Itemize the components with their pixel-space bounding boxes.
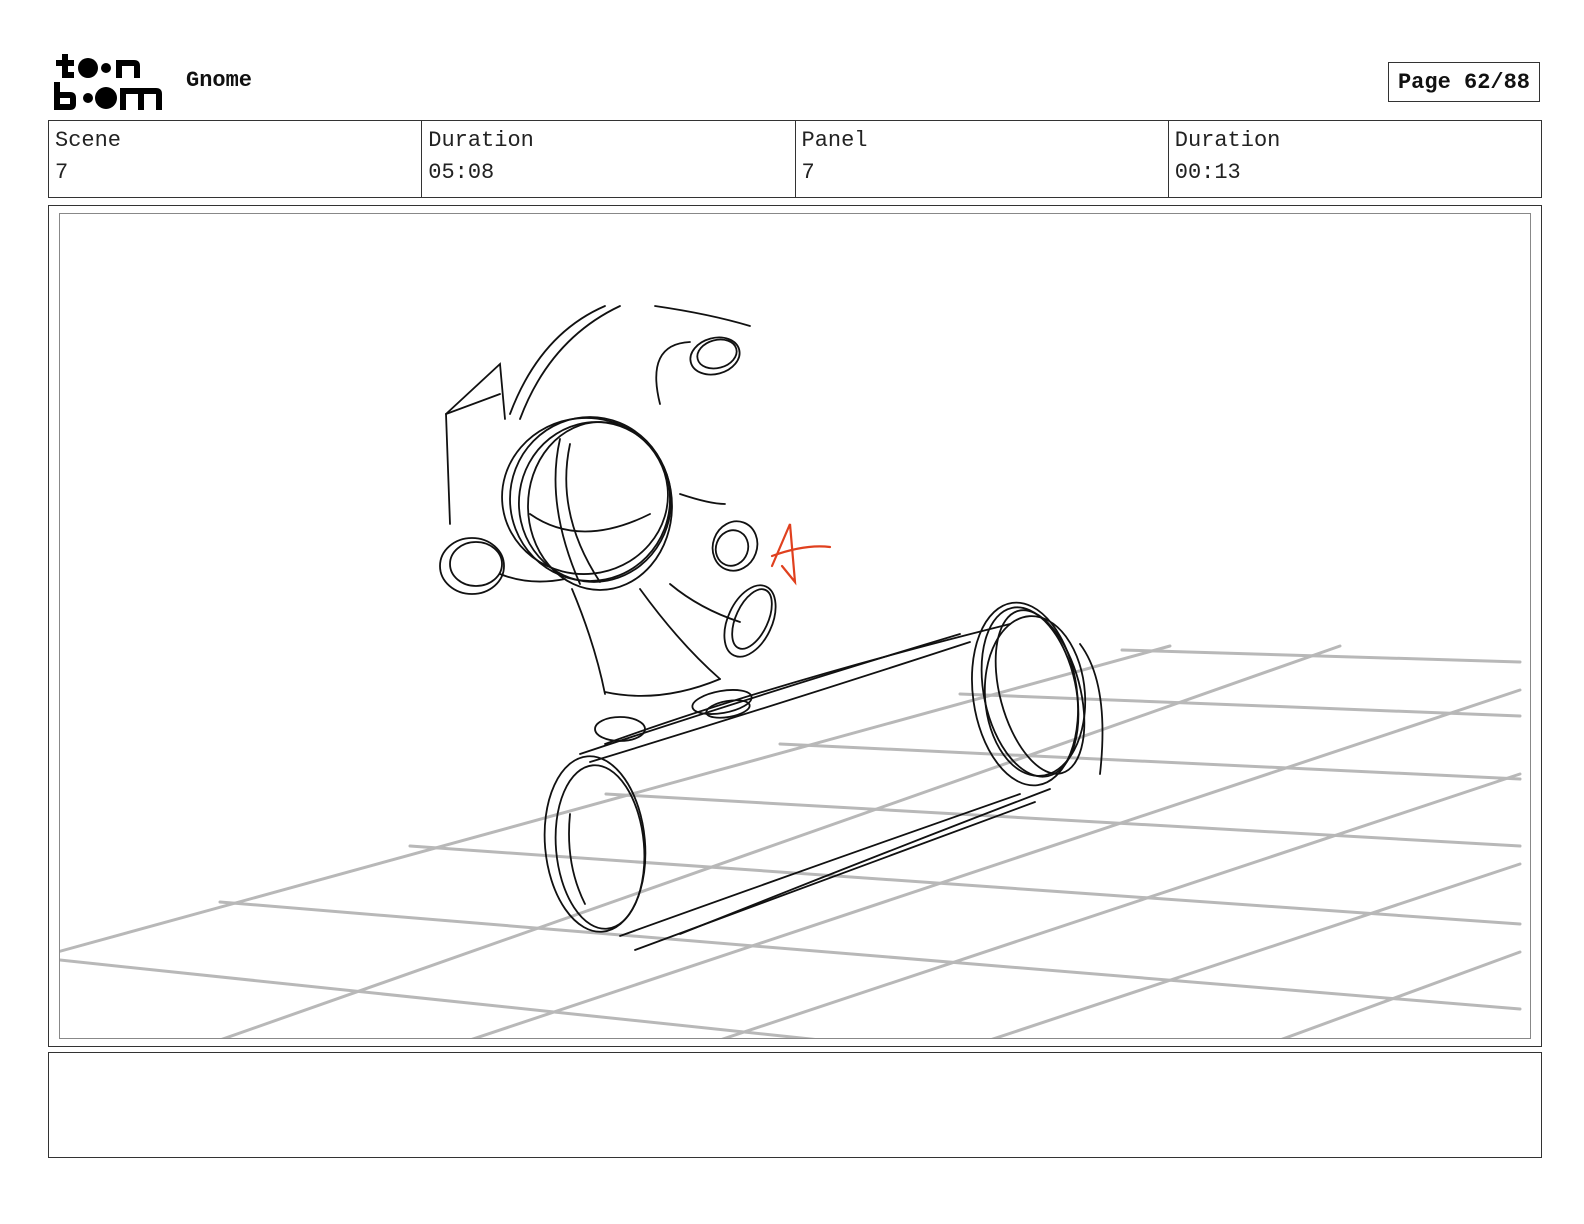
scene-label: Scene xyxy=(55,128,122,153)
panel-label: Panel xyxy=(801,128,868,153)
toon-boom-logo xyxy=(52,52,164,112)
page-indicator: Page 62/88 xyxy=(1388,62,1540,102)
scene-duration-cell: Duration 05:08 xyxy=(422,121,796,197)
panel-value: 7 xyxy=(801,160,815,185)
panel-duration-label: Duration xyxy=(1174,128,1281,153)
panel-duration-cell: Duration 00:13 xyxy=(1169,121,1541,197)
scene-info-table: Scene 7 Duration 05:08 Panel 7 Duration … xyxy=(48,120,1542,198)
scene-value: 7 xyxy=(55,160,69,185)
character-sketch xyxy=(439,305,1104,951)
storyboard-sketch xyxy=(60,305,1522,1038)
red-annotation-icon xyxy=(770,523,832,586)
panel-notes-box[interactable] xyxy=(48,1052,1542,1158)
panel-frame xyxy=(48,205,1542,1047)
scene-duration-value: 05:08 xyxy=(428,160,495,185)
project-title: Gnome xyxy=(186,68,253,93)
logo-graphic xyxy=(54,54,162,110)
panel-cell: Panel 7 xyxy=(796,121,1169,197)
panel-image-area xyxy=(59,213,1531,1039)
scene-cell: Scene 7 xyxy=(49,121,423,197)
panel-notes-text xyxy=(49,1053,1541,1069)
floor-grid xyxy=(60,644,1522,1038)
scene-duration-label: Duration xyxy=(428,128,534,153)
panel-duration-value: 00:13 xyxy=(1174,160,1241,185)
